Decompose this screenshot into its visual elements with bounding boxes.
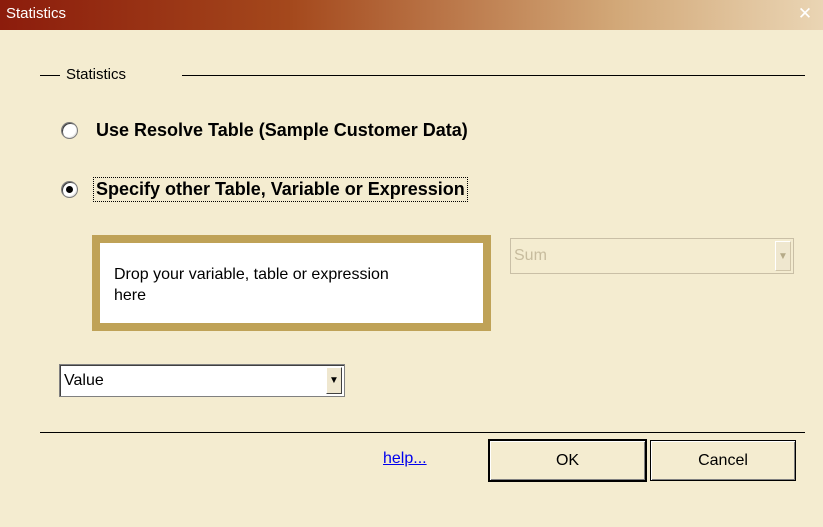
help-link[interactable]: help... [383,450,427,468]
ok-button[interactable]: OK [488,439,647,482]
aggregate-select: Sum ▼ [510,238,794,274]
title-bar: Statistics ✕ [0,0,823,30]
radio-button-checked-icon[interactable] [61,181,78,198]
chevron-down-icon: ▼ [775,241,791,271]
chevron-down-icon[interactable]: ▼ [326,367,342,394]
option-use-resolve-table[interactable]: Use Resolve Table (Sample Customer Data) [61,119,470,142]
drop-zone[interactable]: Drop your variable, table or expression … [92,235,491,331]
field-select-value[interactable]: Value [60,365,324,396]
aggregate-select-value: Sum [514,247,547,264]
group-label: Statistics [66,66,127,83]
option-specify-other[interactable]: Specify other Table, Variable or Express… [61,177,468,202]
close-icon[interactable]: ✕ [795,3,815,25]
cancel-button[interactable]: Cancel [650,440,796,481]
radio-button-icon[interactable] [61,122,78,139]
option-label[interactable]: Use Resolve Table (Sample Customer Data) [94,119,470,142]
group-divider-right [182,75,805,76]
field-select[interactable]: Value ▼ [59,364,345,397]
group-divider-left [40,75,60,76]
footer-divider [40,432,805,433]
window-title: Statistics [6,5,67,22]
drop-zone-text: Drop your variable, table or expression … [114,266,389,304]
option-label[interactable]: Specify other Table, Variable or Express… [93,177,468,202]
